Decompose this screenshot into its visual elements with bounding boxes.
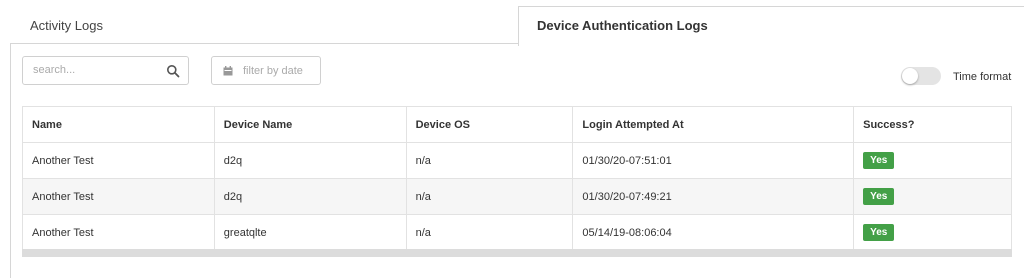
- cell-device-os: n/a: [405, 142, 574, 179]
- header-name[interactable]: Name: [22, 106, 215, 143]
- table-row[interactable]: Another Test greatqlte n/a 05/14/19-08:0…: [22, 214, 1012, 251]
- table-header-row: Name Device Name Device OS Login Attempt…: [22, 106, 1012, 143]
- cell-device-name: d2q: [213, 142, 407, 179]
- cell-success: Yes: [853, 142, 1012, 179]
- header-success[interactable]: Success?: [853, 106, 1012, 143]
- device-auth-logs-table: Name Device Name Device OS Login Attempt…: [22, 106, 1012, 251]
- success-badge: Yes: [863, 224, 895, 241]
- tab-activity-logs-label: Activity Logs: [30, 18, 103, 33]
- date-filter[interactable]: filter by date: [211, 56, 321, 85]
- calendar-icon: [223, 66, 233, 76]
- tab-device-authentication-logs[interactable]: Device Authentication Logs: [518, 6, 1024, 46]
- cell-device-os: n/a: [405, 178, 574, 215]
- date-filter-placeholder: filter by date: [243, 65, 303, 77]
- cell-device-name: greatqlte: [213, 214, 407, 251]
- success-badge: Yes: [863, 152, 895, 169]
- cell-name: Another Test: [22, 142, 215, 179]
- header-login-attempted-at[interactable]: Login Attempted At: [572, 106, 855, 143]
- success-badge: Yes: [863, 188, 895, 205]
- header-device-os[interactable]: Device OS: [405, 106, 574, 143]
- cell-login-at: 05/14/19-08:06:04: [572, 214, 855, 251]
- cell-success: Yes: [853, 178, 1012, 215]
- table-row[interactable]: Another Test d2q n/a 01/30/20-07:51:01 Y…: [22, 142, 1012, 179]
- cell-success: Yes: [853, 214, 1012, 251]
- tab-device-authentication-logs-label: Device Authentication Logs: [537, 18, 708, 33]
- cell-name: Another Test: [22, 178, 215, 215]
- cell-device-name: d2q: [213, 178, 407, 215]
- search-box[interactable]: [22, 56, 189, 85]
- toggle-knob: [902, 68, 918, 84]
- horizontal-scrollbar[interactable]: [22, 249, 1012, 257]
- time-format-toggle[interactable]: [901, 67, 941, 85]
- tab-bar: Activity Logs Device Authentication Logs: [0, 0, 1024, 46]
- cell-device-os: n/a: [405, 214, 574, 251]
- header-device-name[interactable]: Device Name: [213, 106, 407, 143]
- cell-login-at: 01/30/20-07:51:01: [572, 142, 855, 179]
- search-icon[interactable]: [166, 64, 180, 78]
- table-row[interactable]: Another Test d2q n/a 01/30/20-07:49:21 Y…: [22, 178, 1012, 215]
- tab-activity-logs[interactable]: Activity Logs: [10, 6, 518, 44]
- search-input[interactable]: [33, 64, 163, 76]
- cell-name: Another Test: [22, 214, 215, 251]
- time-format-label: Time format: [953, 71, 1012, 83]
- cell-login-at: 01/30/20-07:49:21: [572, 178, 855, 215]
